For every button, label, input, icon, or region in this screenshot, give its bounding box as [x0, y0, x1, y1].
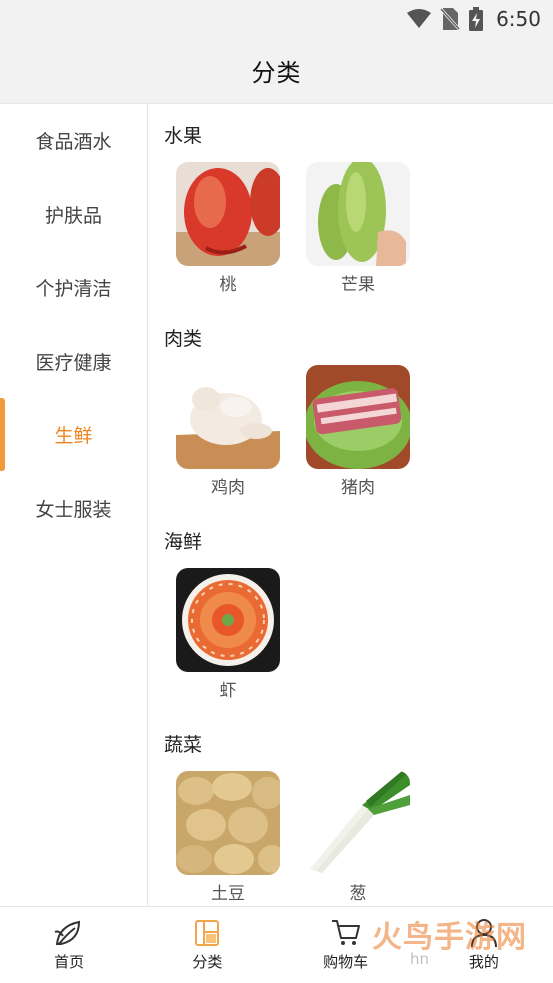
- nav-home[interactable]: 首页: [0, 907, 138, 983]
- sidebar-item-label: 个护清洁: [35, 278, 112, 301]
- scallion-image: [306, 771, 410, 875]
- product-tile-scallion[interactable]: 葱: [306, 771, 410, 904]
- sidebar-item-label: 生鲜: [54, 425, 93, 448]
- nav-label: 首页: [54, 953, 85, 971]
- sidebar-item-label: 女士服装: [35, 498, 112, 521]
- product-label: 虾: [219, 681, 237, 701]
- product-label: 葱: [349, 884, 367, 904]
- peach-image: [176, 162, 280, 266]
- leaf-home-icon: [54, 920, 81, 945]
- mango-image: [306, 162, 410, 266]
- section-vegetables: 蔬菜 土豆 葱: [149, 713, 553, 906]
- product-tile-chicken[interactable]: 鸡肉: [176, 365, 280, 498]
- status-bar: 6:50: [0, 0, 553, 38]
- nav-category[interactable]: 分类: [138, 907, 276, 983]
- category-sidebar: 食品酒水 护肤品 个护清洁 医疗健康 生鲜 女士服装: [0, 104, 148, 906]
- status-icons: 6:50: [406, 6, 541, 32]
- sidebar-item-label: 食品酒水: [35, 131, 112, 154]
- product-label: 土豆: [211, 884, 245, 904]
- sidebar-item-label: 医疗健康: [35, 351, 112, 374]
- section-fruit: 水果 桃 芒果: [149, 104, 553, 307]
- title-bar: 分类: [0, 38, 553, 104]
- sidebar-item-personal-care[interactable]: 个护清洁: [0, 251, 147, 325]
- section-meat: 肉类 鸡肉 猪肉: [149, 307, 553, 510]
- product-tile-shrimp[interactable]: 虾: [176, 568, 280, 701]
- nav-label: 购物车: [323, 953, 369, 971]
- sidebar-item-fresh[interactable]: 生鲜: [0, 398, 147, 472]
- page-title: 分类: [251, 59, 302, 87]
- watermark: 火鸟手游网: [372, 920, 527, 955]
- product-tile-mango[interactable]: 芒果: [306, 162, 410, 295]
- sidebar-item-label: 护肤品: [44, 204, 102, 227]
- watermark-domain: hn: [410, 950, 430, 968]
- battery-charging-icon: [469, 7, 484, 31]
- active-indicator: [0, 398, 5, 471]
- category-icon: [195, 920, 220, 946]
- shrimp-image: [176, 568, 280, 672]
- section-title: 蔬菜: [164, 734, 203, 756]
- chicken-image: [176, 365, 280, 469]
- pork-image: [306, 365, 410, 469]
- no-sim-icon: [440, 7, 461, 31]
- category-content: 水果 桃 芒果 肉类 鸡肉 猪肉 海鲜 虾 蔬菜 土豆 葱: [149, 104, 553, 906]
- section-title: 海鲜: [164, 531, 203, 553]
- sidebar-item-skincare[interactable]: 护肤品: [0, 178, 147, 252]
- section-seafood: 海鲜 虾: [149, 510, 553, 713]
- product-tile-peach[interactable]: 桃: [176, 162, 280, 295]
- nav-label: 分类: [192, 953, 223, 971]
- product-label: 猪肉: [341, 478, 375, 498]
- status-time: 6:50: [496, 7, 541, 31]
- product-tile-pork[interactable]: 猪肉: [306, 365, 410, 498]
- product-tile-potato[interactable]: 土豆: [176, 771, 280, 904]
- wifi-icon: [407, 9, 432, 28]
- product-label: 桃: [219, 275, 237, 295]
- sidebar-item-womens-clothing[interactable]: 女士服装: [0, 472, 147, 546]
- product-label: 芒果: [341, 275, 375, 295]
- section-title: 肉类: [164, 328, 203, 350]
- sidebar-item-food-drinks[interactable]: 食品酒水: [0, 104, 147, 178]
- potato-image: [176, 771, 280, 875]
- section-title: 水果: [164, 125, 203, 147]
- sidebar-item-health[interactable]: 医疗健康: [0, 325, 147, 399]
- cart-icon: [331, 920, 360, 945]
- product-label: 鸡肉: [211, 478, 245, 498]
